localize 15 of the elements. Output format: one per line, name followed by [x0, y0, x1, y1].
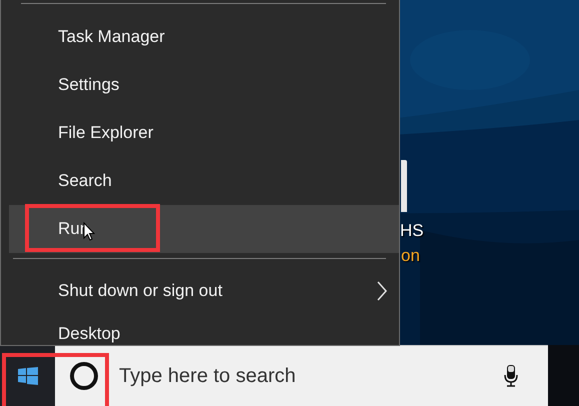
search-input[interactable]: Type here to search [117, 364, 504, 388]
menu-item[interactable]: Settings [9, 61, 399, 109]
search-bar[interactable]: Type here to search [55, 345, 548, 406]
menu-item[interactable]: Desktop [9, 315, 399, 345]
icon-label: on [400, 245, 421, 267]
circle-icon [69, 361, 99, 391]
windows-logo-icon [18, 366, 38, 384]
taskbar-tray [548, 345, 579, 406]
menu-item[interactable]: Task Manager [9, 13, 399, 61]
menu-item[interactable]: File Explorer [9, 109, 399, 157]
menu-item[interactable]: Search [9, 157, 399, 205]
icon-label: HS [400, 220, 424, 242]
chevron-right-icon [377, 281, 387, 301]
microphone-icon[interactable] [504, 365, 518, 387]
menu-item[interactable]: Shut down or sign out [9, 253, 399, 315]
